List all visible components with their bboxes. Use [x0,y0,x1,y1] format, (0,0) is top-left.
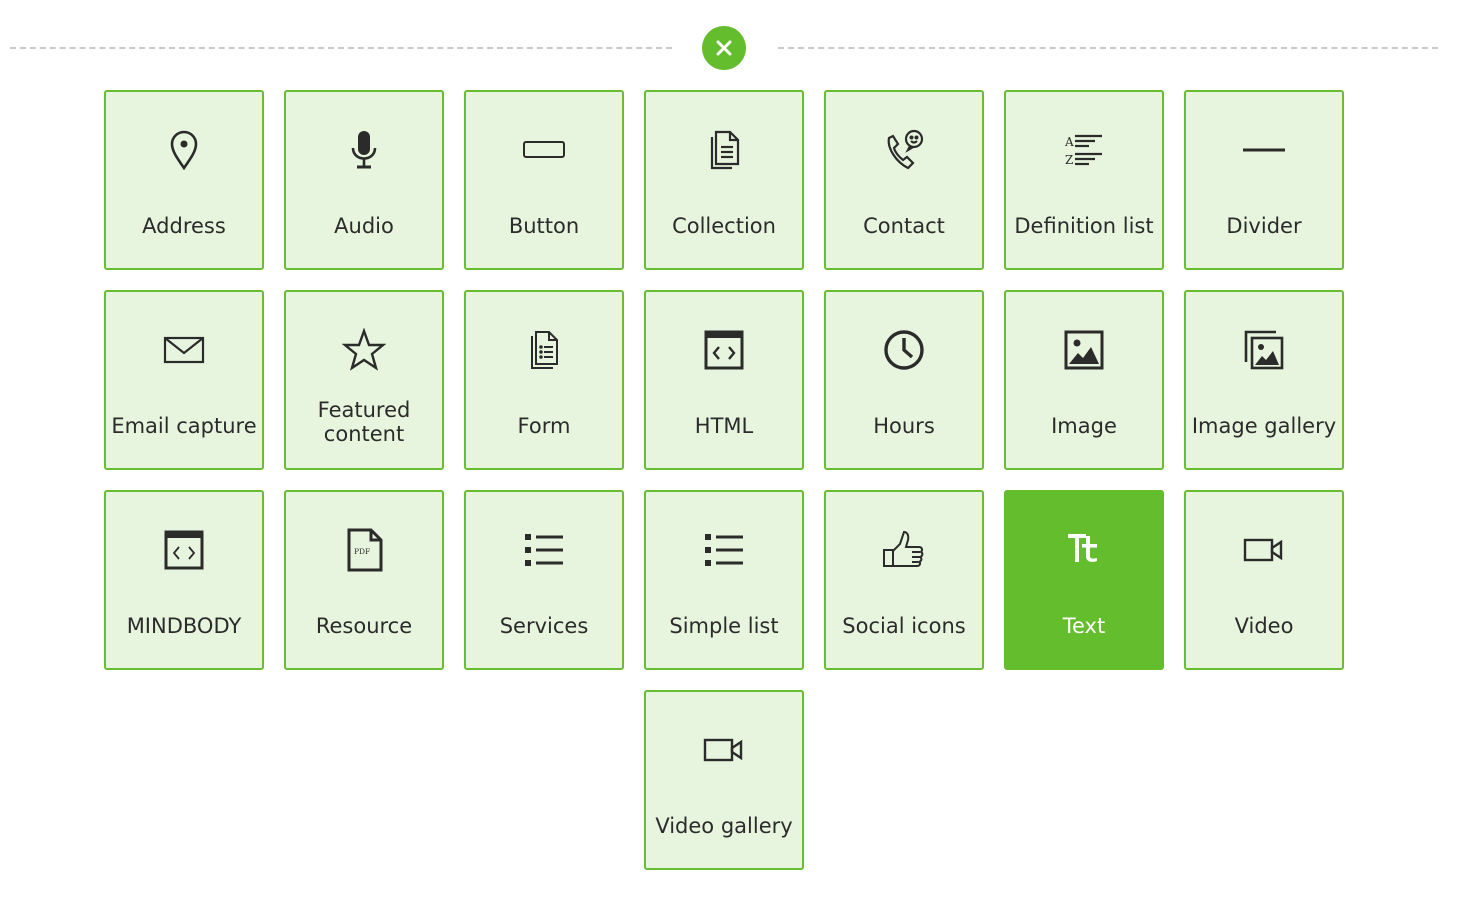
block-tile-audio[interactable]: Audio [284,90,444,270]
pdf-file-icon: PDF [342,528,386,572]
close-icon [716,40,732,56]
block-label: Text [1062,614,1106,638]
block-label: Video gallery [655,814,793,838]
block-tile-mindbody[interactable]: MINDBODY [104,490,264,670]
block-label: Definition list [1014,214,1154,238]
documents-icon [702,128,746,172]
microphone-icon [342,128,386,172]
block-tile-resource[interactable]: PDF Resource [284,490,444,670]
block-tile-button[interactable]: Button [464,90,624,270]
block-label: Image gallery [1191,414,1337,438]
block-tile-image[interactable]: Image [1004,290,1164,470]
block-tile-address[interactable]: Address [104,90,264,270]
block-label: Address [142,214,226,238]
horizontal-line-icon [1242,128,1286,172]
code-window-icon [702,328,746,372]
block-tile-divider[interactable]: Divider [1184,90,1344,270]
block-tile-form[interactable]: Form [464,290,624,470]
block-label: Services [499,614,589,638]
block-label: Contact [863,214,945,238]
block-label: Resource [315,614,413,638]
block-label: Button [508,214,580,238]
block-tile-featured-content[interactable]: Featured content [284,290,444,470]
block-label: Featured content [317,398,411,446]
map-pin-icon [162,128,206,172]
text-size-icon [1062,528,1106,572]
block-label: Image [1051,414,1117,438]
block-tile-collection[interactable]: Collection [644,90,804,270]
video-camera-icon [702,728,746,772]
button-icon [522,128,566,172]
block-tile-video-gallery[interactable]: Video gallery [644,690,804,870]
block-label: Social icons [842,614,966,638]
block-tile-social-icons[interactable]: Social icons [824,490,984,670]
block-picker-grid: Address Audio Button Collection Contact … [104,90,1344,870]
svg-text:PDF: PDF [354,547,370,556]
definition-list-icon: A Z [1062,128,1106,172]
block-label: MINDBODY [126,614,242,638]
svg-text:Z: Z [1065,153,1073,167]
thumbs-up-icon [882,528,926,572]
code-window-icon [162,528,206,572]
bullet-list-icon [522,528,566,572]
block-label: Email capture [111,414,257,438]
video-camera-icon [1242,528,1286,572]
block-tile-hours[interactable]: Hours [824,290,984,470]
block-label: Divider [1226,214,1302,238]
block-tile-definition-list[interactable]: A Z Definition list [1004,90,1164,270]
envelope-icon [162,328,206,372]
block-tile-video[interactable]: Video [1184,490,1344,670]
block-label: Simple list [669,614,779,638]
divider-line-right [778,47,1438,49]
divider-line-left [10,47,672,49]
block-label: Collection [672,214,776,238]
block-label: Audio [334,214,394,238]
clock-icon [882,328,926,372]
svg-text:A: A [1064,135,1074,149]
block-tile-simple-list[interactable]: Simple list [644,490,804,670]
block-tile-services[interactable]: Services [464,490,624,670]
block-label: Form [517,414,571,438]
image-gallery-icon [1242,328,1286,372]
close-button[interactable] [702,26,746,70]
image-icon [1062,328,1106,372]
block-label: Video [1234,614,1294,638]
block-label: HTML [694,414,754,438]
block-label: Hours [873,414,935,438]
bullet-list-icon [702,528,746,572]
block-tile-text[interactable]: Text [1004,490,1164,670]
star-icon [342,328,386,372]
phone-chat-icon [882,128,926,172]
block-tile-contact[interactable]: Contact [824,90,984,270]
block-tile-html[interactable]: HTML [644,290,804,470]
block-tile-image-gallery[interactable]: Image gallery [1184,290,1344,470]
block-tile-email-capture[interactable]: Email capture [104,290,264,470]
form-document-icon [522,328,566,372]
